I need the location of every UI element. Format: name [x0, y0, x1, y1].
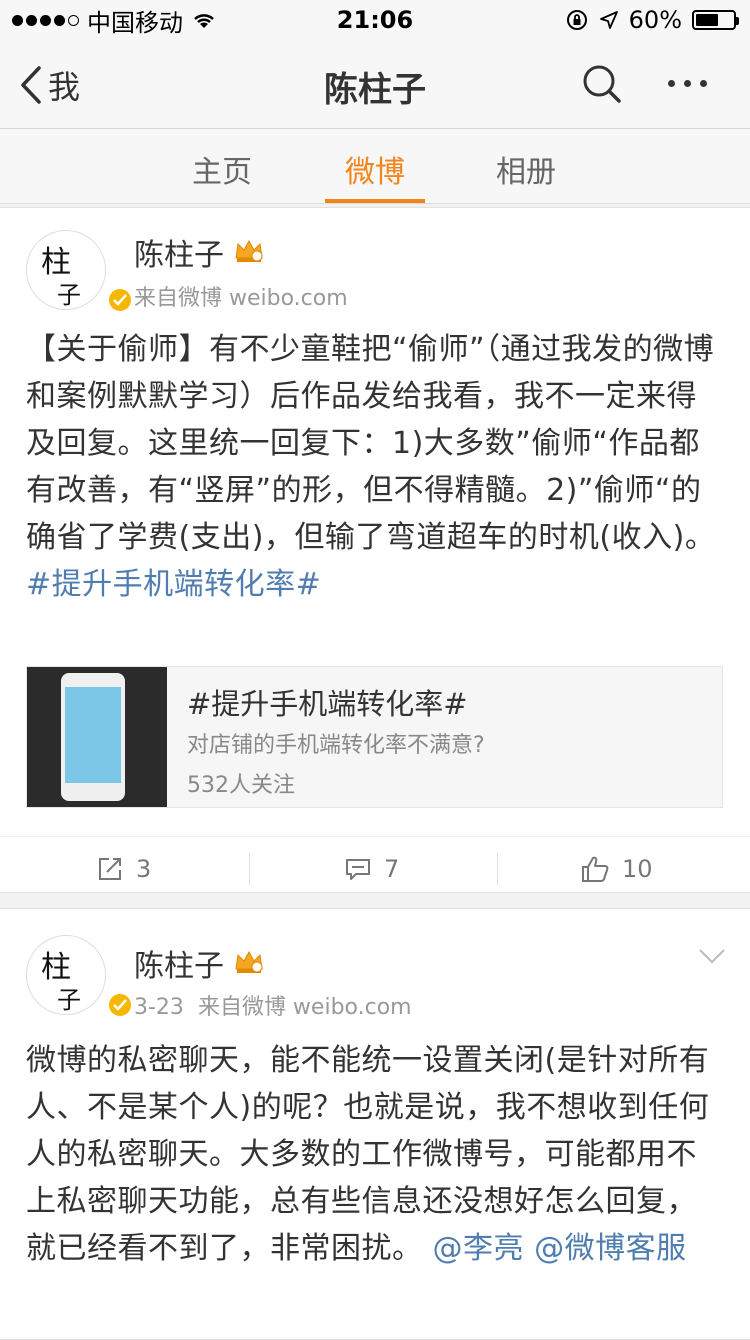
more-button[interactable] [668, 80, 707, 87]
post-body: 微博的私密聊天，能不能统一设置关闭(是针对所有人、不是某个人)的呢？也就是说，我… [26, 1043, 710, 1266]
avatar[interactable]: 柱 子 [26, 935, 133, 1018]
battery-percent: 60% [628, 6, 682, 34]
orientation-lock-icon [566, 10, 587, 30]
topic-title: #提升手机端转化率# [187, 687, 468, 721]
post-actions: 3 7 10 [0, 836, 750, 901]
post-source: 来自微博 weibo.com [197, 995, 412, 1020]
tab-home[interactable]: 主页 [162, 147, 282, 191]
repost-button[interactable]: 3 [96, 837, 151, 901]
search-button[interactable] [580, 62, 624, 110]
vip-crown-icon [235, 239, 263, 262]
back-label: 我 [48, 68, 81, 106]
active-tab-indicator [325, 199, 425, 203]
signal-strength-icon [12, 14, 79, 26]
tab-album[interactable]: 相册 [466, 147, 586, 191]
post-meta: 3-23 来自微博 weibo.com [134, 989, 412, 1021]
mention-link[interactable]: @李亮 [433, 1231, 525, 1266]
carrier-label: 中国移动 [87, 8, 183, 37]
repost-icon [99, 858, 121, 880]
chevron-down-icon[interactable] [698, 947, 726, 965]
battery-icon [692, 10, 739, 30]
thumbs-up-icon [582, 856, 609, 882]
verified-badge-icon [107, 992, 133, 1018]
back-button[interactable]: 我 [20, 62, 80, 108]
topic-description: 对店铺的手机端转化率不满意? [187, 733, 485, 758]
author-name[interactable]: 陈柱子 [134, 230, 224, 274]
verified-badge-icon [107, 287, 133, 313]
post-card[interactable]: 柱 子 陈柱子 来自微博 weibo.com 【关于偷师】有不少童鞋把“偷师”（… [0, 207, 750, 893]
more-icon [668, 80, 675, 87]
topic-followers: 532人关注 [187, 773, 295, 798]
post-date: 3-23 [134, 995, 184, 1020]
author-name[interactable]: 陈柱子 [134, 941, 224, 985]
mention-link[interactable]: @微博客服 [534, 1231, 687, 1266]
status-bar: 中国移动 21:06 60% [0, 0, 750, 40]
post-card[interactable]: 柱 子 陈柱子 3-23 来自微博 weibo.com 微博的私密聊天，能不能统… [0, 908, 750, 1340]
repost-count: 3 [136, 855, 152, 883]
comment-icon [346, 859, 370, 880]
post-body: 【关于偷师】有不少童鞋把“偷师”（通过我发的微博和案例默默学习）后作品发给我看，… [26, 332, 716, 602]
like-count: 10 [622, 855, 653, 883]
avatar[interactable]: 柱 子 [26, 230, 133, 313]
profile-tabs: 主页 微博 相册 [0, 129, 750, 204]
hashtag-link[interactable]: #提升手机端转化率# [26, 567, 321, 602]
comment-count: 7 [384, 855, 400, 883]
topic-card[interactable]: #提升手机端转化率# 对店铺的手机端转化率不满意? 532人关注 [26, 666, 723, 808]
tab-weibo[interactable]: 微博 [315, 147, 435, 191]
comment-button[interactable]: 7 [344, 837, 399, 901]
post-source: 来自微博 weibo.com [134, 286, 348, 311]
navigation-bar: 我 陈柱子 [0, 40, 750, 129]
page-title: 陈柱子 [324, 70, 426, 110]
phone-image [61, 673, 125, 801]
like-button[interactable]: 10 [580, 837, 653, 901]
location-arrow-icon [599, 11, 618, 29]
search-icon [583, 65, 621, 103]
wifi-icon [194, 14, 214, 28]
chevron-left-icon [21, 66, 41, 104]
vip-crown-icon [235, 950, 263, 973]
topic-thumbnail [27, 667, 167, 807]
